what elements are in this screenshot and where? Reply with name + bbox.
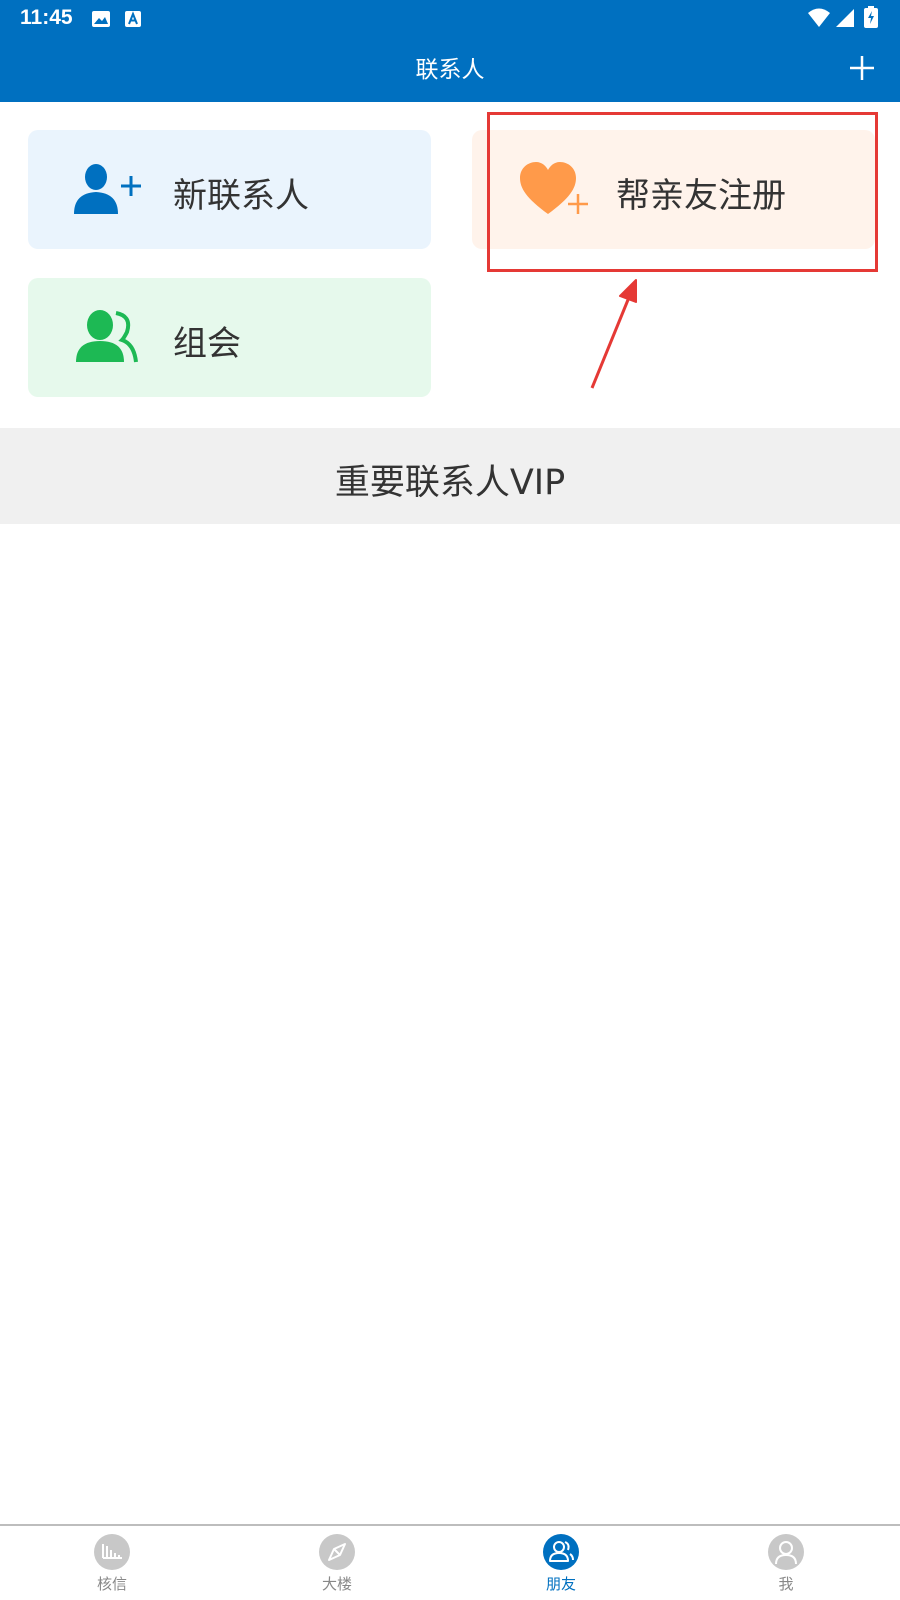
wifi-icon: [808, 8, 830, 32]
compass-icon: [319, 1534, 355, 1570]
nav-label-dalou: 大楼: [321, 1575, 352, 1593]
nav-label-me: 我: [778, 1575, 794, 1593]
add-person-icon: [74, 160, 146, 220]
new-contact-card[interactable]: 新联系人: [28, 130, 431, 249]
nav-label-friends: 朋友: [545, 1575, 576, 1593]
pointer-arrow-icon: [590, 279, 637, 389]
status-time: 11:45: [20, 6, 73, 29]
bottom-nav: 核信 大楼 朋友 我: [0, 1524, 900, 1600]
chart-icon: [94, 1534, 130, 1570]
group-card[interactable]: 组会: [28, 278, 431, 397]
signal-icon: [835, 8, 855, 32]
person-icon: [768, 1534, 804, 1570]
app-bar: 11:45 联系人: [0, 0, 900, 102]
page-title: 联系人: [415, 57, 485, 83]
vip-label: 重要联系人VIP: [334, 463, 566, 503]
highlight-box: [487, 112, 878, 272]
nav-label-hexin: 核信: [96, 1575, 127, 1593]
battery-icon: [864, 6, 878, 32]
add-contact-button[interactable]: [848, 54, 876, 82]
nav-item-friends[interactable]: 朋友: [501, 1534, 621, 1594]
plus-icon: [850, 56, 874, 80]
image-notification-icon: [91, 10, 111, 32]
text-notification-icon: [124, 10, 142, 32]
new-contact-label: 新联系人: [173, 176, 309, 216]
group-icon: [76, 308, 140, 368]
group-label: 组会: [173, 324, 241, 364]
nav-item-dalou[interactable]: 大楼: [277, 1534, 397, 1594]
nav-item-me[interactable]: 我: [726, 1534, 846, 1594]
friends-icon: [543, 1534, 579, 1570]
nav-item-hexin[interactable]: 核信: [52, 1534, 172, 1594]
vip-section[interactable]: 重要联系人VIP: [0, 428, 900, 524]
